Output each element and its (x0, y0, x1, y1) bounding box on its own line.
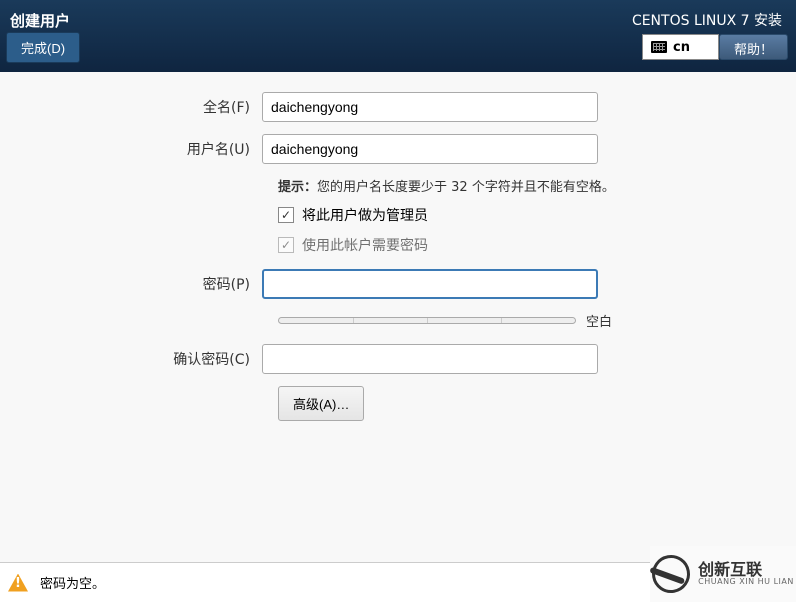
advanced-button[interactable]: 高级(A)… (278, 386, 364, 421)
fullname-input[interactable] (262, 92, 598, 122)
status-message: 密码为空。 (40, 573, 105, 592)
admin-checkbox-label: 将此用户做为管理员 (302, 205, 428, 225)
password-strength-label: 空白 (586, 311, 612, 330)
password-input[interactable] (262, 269, 598, 299)
product-label: CENTOS LINUX 7 安装 (632, 10, 782, 30)
confirm-password-label: 确认密码(C) (0, 349, 262, 369)
warning-icon (8, 574, 28, 592)
watermark: 创新互联 CHUANG XIN HU LIAN (650, 546, 796, 602)
username-hint: 提示：您的用户名长度要少于 32 个字符并且不能有空格。 (278, 176, 796, 195)
confirm-password-input[interactable] (262, 344, 598, 374)
hint-text: 您的用户名长度要少于 32 个字符并且不能有空格。 (317, 180, 615, 195)
keyboard-layout-label: cn (673, 40, 690, 55)
username-input[interactable] (262, 134, 598, 164)
done-button[interactable]: 完成(D) (6, 32, 80, 63)
password-label: 密码(P) (0, 274, 262, 294)
watermark-en-text: CHUANG XIN HU LIAN (698, 578, 794, 587)
keyboard-layout-indicator[interactable]: cn (642, 34, 719, 60)
admin-checkbox[interactable] (278, 207, 294, 223)
require-password-checkbox-label: 使用此帐户需要密码 (302, 235, 428, 255)
watermark-logo-icon (649, 552, 693, 596)
password-strength-meter (278, 317, 576, 324)
require-password-checkbox[interactable] (278, 237, 294, 253)
help-button[interactable]: 帮助！ (719, 34, 788, 60)
hint-prefix: 提示： (278, 180, 317, 195)
keyboard-icon (651, 41, 667, 53)
fullname-label: 全名(F) (0, 97, 262, 117)
watermark-cn-text: 创新互联 (698, 561, 794, 579)
username-label: 用户名(U) (0, 139, 262, 159)
